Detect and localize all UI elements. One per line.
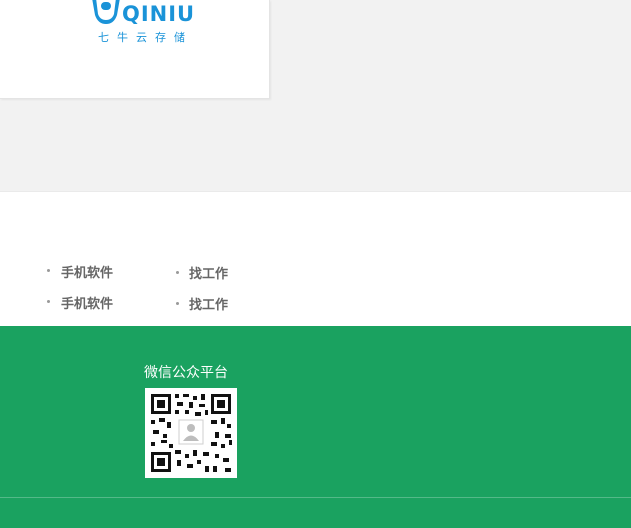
- qiniu-logo-subtitle: 七牛云存储: [98, 31, 193, 44]
- bullet-icon: [176, 302, 179, 305]
- site-footer: 微信公众平台: [0, 326, 631, 528]
- bullet-icon: [47, 300, 50, 303]
- wechat-qr-code: [145, 388, 237, 478]
- qiniu-logo[interactable]: QINIU 七牛云存储: [88, 0, 218, 44]
- friend-links-section: 手机软件 找工作 手机软件 找工作: [0, 191, 631, 327]
- bullet-icon: [176, 271, 179, 274]
- bullet-icon: [47, 269, 50, 272]
- link-find-job[interactable]: 找工作: [189, 263, 228, 282]
- link-mobile-software[interactable]: 手机软件: [61, 293, 113, 312]
- qr-code-icon: [145, 388, 237, 478]
- qiniu-cup-icon: [92, 0, 120, 24]
- qiniu-logo-word: QINIU: [122, 2, 196, 26]
- link-find-job[interactable]: 找工作: [189, 294, 228, 313]
- link-mobile-software[interactable]: 手机软件: [61, 262, 113, 281]
- footer-divider: [0, 497, 631, 498]
- partner-logo-card: QINIU 七牛云存储: [0, 0, 270, 99]
- wechat-platform-title: 微信公众平台: [144, 365, 228, 381]
